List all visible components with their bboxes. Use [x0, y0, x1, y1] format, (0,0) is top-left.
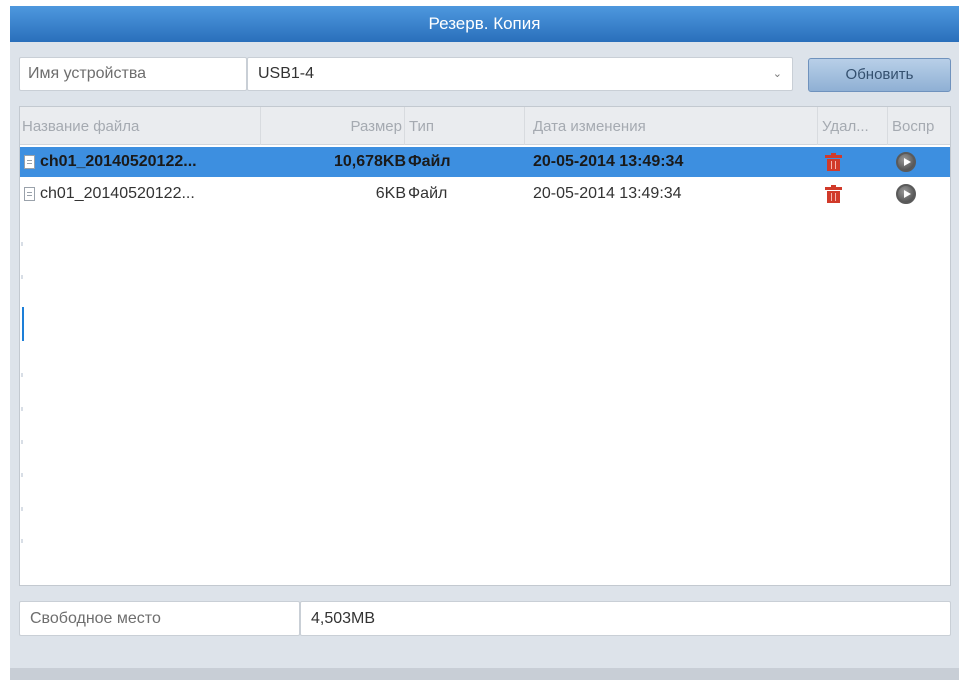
- refresh-button[interactable]: Обновить: [808, 58, 951, 92]
- play-icon[interactable]: [896, 184, 916, 204]
- device-name-label: Имя устройства: [19, 57, 247, 91]
- file-size-cell: 6KB: [375, 185, 406, 202]
- table-header: Название файла Размер Тип Дата изменения…: [20, 107, 950, 145]
- play-icon[interactable]: [896, 152, 916, 172]
- header-size[interactable]: Размер: [261, 107, 405, 145]
- row-marker: [21, 407, 23, 411]
- file-icon: [24, 155, 35, 169]
- modified-date-cell: 20-05-2014 13:49:34: [533, 185, 682, 202]
- row-marker: [21, 473, 23, 477]
- file-type-cell: Файл: [408, 153, 451, 170]
- file-name-cell: ch01_20140520122...: [40, 153, 197, 170]
- row-marker: [21, 242, 23, 246]
- trash-icon[interactable]: [825, 185, 842, 203]
- device-select[interactable]: USB1-4 ⌄: [247, 57, 793, 91]
- row-marker: [21, 373, 23, 377]
- row-marker: [21, 275, 23, 279]
- header-play[interactable]: Воспр: [888, 107, 950, 145]
- file-icon: [24, 187, 35, 201]
- modified-date-cell: 20-05-2014 13:49:34: [533, 153, 684, 170]
- free-space-label: Свободное место: [19, 601, 300, 636]
- backup-window: Резерв. Копия Имя устройства USB1-4 ⌄ Об…: [0, 0, 959, 680]
- table-row[interactable]: ch01_20140520122... 10,678KB Файл 20-05-…: [20, 147, 950, 177]
- trash-icon[interactable]: [825, 153, 842, 171]
- file-name-cell: ch01_20140520122...: [40, 185, 195, 202]
- file-type-cell: Файл: [408, 185, 448, 202]
- window-title: Резерв. Копия: [10, 6, 959, 42]
- device-select-value: USB1-4: [258, 65, 315, 82]
- header-modified-date[interactable]: Дата изменения: [525, 107, 818, 145]
- header-delete[interactable]: Удал...: [818, 107, 888, 145]
- row-marker: [21, 440, 23, 444]
- file-size-cell: 10,678KB: [333, 153, 406, 170]
- table-row[interactable]: ch01_20140520122... 6KB Файл 20-05-2014 …: [20, 179, 950, 209]
- header-type[interactable]: Тип: [405, 107, 525, 145]
- free-space-value: 4,503MB: [300, 601, 951, 636]
- bottom-toolbar: [10, 668, 959, 680]
- header-file-name[interactable]: Название файла: [20, 107, 261, 145]
- chevron-down-icon: ⌄: [772, 68, 782, 80]
- row-marker: [21, 507, 23, 511]
- scroll-indicator[interactable]: [22, 307, 24, 341]
- row-marker: [21, 539, 23, 543]
- file-table: Название файла Размер Тип Дата изменения…: [19, 106, 951, 586]
